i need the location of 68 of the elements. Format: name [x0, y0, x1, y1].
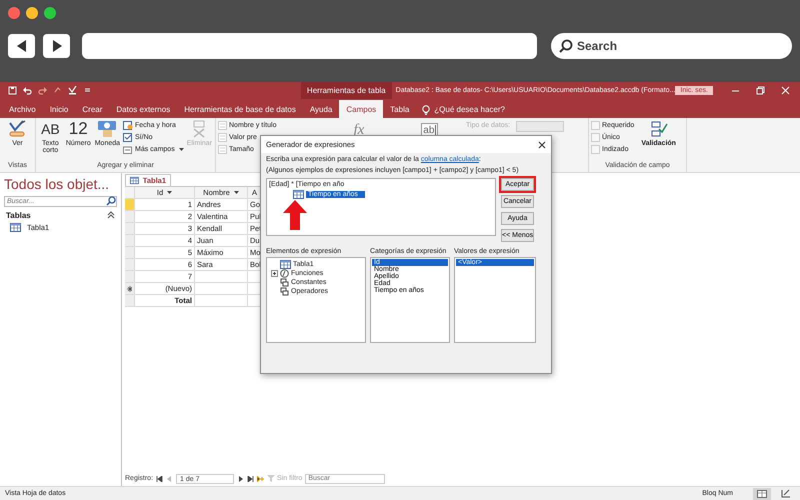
record-nav-button[interactable]: [257, 476, 264, 482]
previous-record-icon: [166, 476, 174, 482]
section-header[interactable]: Tablas: [6, 211, 31, 220]
next-record-icon: [237, 476, 244, 482]
ribbon-tab[interactable]: Archivo: [2, 101, 43, 118]
back-button[interactable]: [8, 34, 35, 58]
context-tab-label: Herramientas de tabla: [300, 82, 392, 99]
number-glyph-icon: 12: [68, 120, 88, 138]
undo-icon[interactable]: [23, 86, 32, 95]
sort-menu-icon[interactable]: [234, 191, 239, 194]
window-minimize-icon[interactable]: [26, 7, 38, 19]
ribbon-tab[interactable]: Tabla: [383, 101, 416, 118]
search-field[interactable]: Search: [551, 33, 792, 59]
checkbox-icon: [591, 145, 600, 154]
save-icon[interactable]: [8, 86, 17, 95]
field-property-icon: [218, 133, 227, 142]
field-icon: [293, 190, 304, 199]
field-property-icon: [218, 121, 227, 130]
table-icon: [280, 260, 291, 269]
window-close-icon[interactable]: [8, 7, 20, 19]
back-icon: [16, 40, 26, 52]
text-glyph-icon: AB: [41, 120, 60, 138]
datasheet-view-button[interactable]: [753, 488, 771, 500]
forward-icon: [52, 40, 62, 52]
tell-me-field[interactable]: ¿Qué desea hacer?: [434, 105, 506, 114]
forward-button[interactable]: [43, 34, 70, 58]
ribbon-tab[interactable]: Herramientas de base de datos: [177, 101, 303, 118]
sort-menu-icon[interactable]: [167, 191, 172, 194]
ribbon-tab[interactable]: Crear: [75, 101, 110, 118]
close-icon[interactable]: [538, 140, 546, 148]
field-property-icon: [218, 145, 227, 154]
lightbulb-icon[interactable]: [422, 104, 430, 114]
view-icon: [8, 120, 28, 138]
select-all-cell[interactable]: [125, 187, 135, 199]
collapse-section-icon[interactable]: [107, 211, 115, 219]
first-record-icon: [156, 476, 164, 482]
restore-icon[interactable]: [756, 86, 765, 95]
ribbon-tab[interactable]: Inicio: [42, 101, 76, 118]
record-nav-button[interactable]: [247, 476, 254, 482]
ribbon-tab[interactable]: Ayuda: [302, 101, 340, 118]
search-icon: [559, 39, 573, 53]
expand-icon[interactable]: [271, 270, 278, 277]
calendar-icon: [123, 121, 134, 130]
record-nav-button[interactable]: [237, 476, 244, 482]
redo-icon[interactable]: [38, 86, 47, 95]
table-icon: [10, 223, 21, 232]
caret-icon: [178, 148, 184, 151]
field-list-icon: [123, 145, 134, 154]
table-icon: [130, 176, 139, 185]
checkbox-icon: [123, 133, 134, 142]
checkbox-icon: [591, 133, 600, 142]
view-icon[interactable]: [68, 86, 77, 95]
new-record-icon: [127, 286, 132, 292]
row-selector[interactable]: [125, 283, 135, 295]
record-nav-button[interactable]: [156, 476, 164, 482]
checkbox-icon: [591, 121, 600, 130]
function-icon: [280, 269, 289, 278]
window-zoom-icon[interactable]: [44, 7, 56, 19]
new-record-icon: [257, 476, 264, 482]
ribbon-tab[interactable]: Datos externos: [109, 101, 178, 118]
last-record-icon: [247, 476, 254, 482]
search-icon: [106, 196, 116, 206]
filter-icon: [267, 475, 276, 482]
ribbon-tab[interactable]: Campos: [339, 100, 384, 118]
pane-title[interactable]: Todos los objet...: [4, 176, 110, 192]
pointer-arrow: [283, 200, 307, 230]
delete-icon: [191, 120, 208, 138]
grid-icon: [757, 490, 767, 498]
